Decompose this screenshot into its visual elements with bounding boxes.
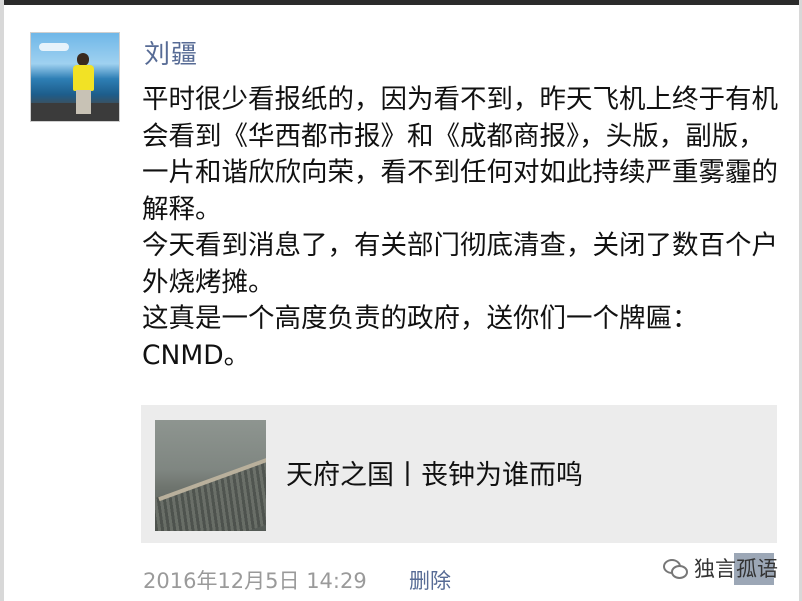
avatar-person-body — [73, 65, 94, 91]
avatar-person-legs — [76, 90, 91, 114]
post-timestamp: 2016年12月5日 14:29 — [143, 569, 367, 593]
watermark: 独言孤语 — [662, 551, 778, 585]
avatar-cloud — [39, 43, 69, 51]
window-left-edge — [0, 0, 4, 601]
wechat-icon — [662, 555, 688, 581]
post-body: 平时很少看报纸的，因为看不到，昨天飞机上终于有机会看到《华西都市报》和《成都商报… — [142, 82, 782, 374]
author-name[interactable]: 刘疆 — [144, 34, 198, 71]
link-thumbnail — [155, 420, 266, 531]
watermark-text: 独言孤语 — [694, 557, 778, 581]
delete-button[interactable]: 删除 — [409, 565, 451, 595]
post-paragraph: 今天看到消息了，有关部门彻底清查，关闭了数百个户外烧烤摊。 — [142, 230, 778, 298]
avatar[interactable] — [30, 32, 120, 122]
post-paragraph: 这真是一个高度负责的政府，送你们一个牌匾：CNMD。 — [142, 303, 699, 371]
shared-link-card[interactable]: 天府之国丨丧钟为谁而鸣 — [141, 405, 777, 543]
window-top-edge — [0, 0, 802, 5]
post-paragraph: 平时很少看报纸的，因为看不到，昨天飞机上终于有机会看到《华西都市报》和《成都商报… — [142, 84, 778, 225]
link-title: 天府之国丨丧钟为谁而鸣 — [286, 460, 583, 491]
